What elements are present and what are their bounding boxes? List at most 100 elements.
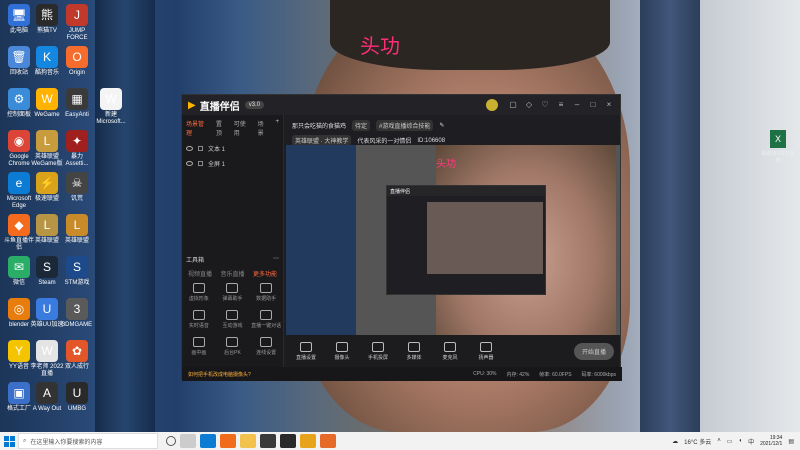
taskbar: ⌕ 在这里输入你要搜索的内容 ☁ 16°C 多云 ˄ ▭ ◖ 中 19:34 2… <box>0 432 800 450</box>
obs-taskbar-icon[interactable] <box>280 434 296 448</box>
desktop-shortcut[interactable]: W 李老师 2022直播 <box>30 340 64 378</box>
desktop-shortcut-label: 饥荒 <box>70 196 83 202</box>
help-link[interactable]: 如何把手机改成电脑摄像头? <box>188 371 251 378</box>
tool-item[interactable]: 弹幕助手 <box>216 283 250 302</box>
avatar[interactable] <box>486 99 498 111</box>
tab-music-live[interactable]: 音乐直播 <box>220 269 244 278</box>
desktop-shortcut[interactable]: 3 3DMGAME <box>60 298 94 329</box>
app-logo-icon: ▶ <box>188 99 196 111</box>
shield-icon[interactable]: ♡ <box>540 100 550 110</box>
source-row[interactable]: 全屏 1 <box>182 156 283 171</box>
tool-icon <box>260 337 273 347</box>
tab-scene-manage[interactable]: 场景管理 <box>186 119 210 137</box>
preview-overlay-text: 头功 <box>436 159 456 170</box>
close-icon[interactable]: × <box>604 100 614 110</box>
eye-icon[interactable] <box>186 161 193 166</box>
start-button[interactable] <box>0 432 18 450</box>
desktop-shortcut[interactable]: L 英雄联盟 <box>30 214 64 245</box>
notification-icon[interactable]: ▤ <box>788 438 794 445</box>
tool-item[interactable]: 互动游戏 <box>216 310 250 329</box>
cortana-icon[interactable] <box>166 436 176 446</box>
desktop-shortcut-label: 英雄联盟 <box>64 238 89 244</box>
desktop-shortcut[interactable]: S Steam <box>30 256 64 287</box>
desktop-shortcut[interactable]: L 英雄联盟 WeGame版 <box>30 130 64 168</box>
volume-icon[interactable]: ◖ <box>738 438 742 444</box>
source-row[interactable]: 文本 1 <box>182 141 283 156</box>
desktop-shortcut[interactable]: U UMBG <box>60 382 94 413</box>
category-tag[interactable]: #游戏直播综合技能 <box>376 120 434 131</box>
desktop-shortcut[interactable]: O Origin <box>60 46 94 77</box>
dont-starve-icon: ☠ <box>66 172 88 194</box>
control-button[interactable]: 扬声器 <box>472 341 500 361</box>
control-button[interactable]: 麦克风 <box>436 341 464 361</box>
tool-item[interactable]: 直播一键对话 <box>249 310 283 329</box>
tool-icon <box>192 337 205 347</box>
menu-icon[interactable]: ≡ <box>556 100 566 110</box>
desktop-shortcut[interactable]: 熊熊猫TV <box>30 4 64 35</box>
minimize-icon[interactable]: – <box>572 100 582 110</box>
desktop-xlsx-file[interactable]: X 新建XLSX工作表 <box>760 130 796 164</box>
curtain-left <box>95 0 155 432</box>
tool-item[interactable]: 数据助手 <box>249 283 283 302</box>
stream-preview[interactable]: 头功 直播伴侣 <box>286 145 620 335</box>
task-view-icon[interactable] <box>180 434 196 448</box>
tab-more-features[interactable]: 更多功能 <box>253 269 277 278</box>
ime-icon[interactable]: 中 <box>748 437 754 446</box>
overlay-text: 头功 <box>360 34 400 58</box>
app2-taskbar-icon[interactable] <box>320 434 336 448</box>
tool-item[interactable]: 后台PK <box>216 337 250 356</box>
desktop-shortcut[interactable]: ⚡ 极速联盟 <box>30 172 64 203</box>
tool-item[interactable]: 连线设置 <box>249 337 283 356</box>
desktop-shortcut[interactable]: ✦ 暴力 Assetti... <box>60 130 94 168</box>
tool-item[interactable]: 实时语音 <box>182 310 216 329</box>
desktop-shortcut[interactable]: L 英雄联盟 <box>60 214 94 245</box>
desktop-shortcut[interactable]: U 英雄UU加速 <box>30 298 64 329</box>
desktop-shortcut[interactable]: K 酷狗音乐 <box>30 46 64 77</box>
control-button[interactable]: 手机投屏 <box>364 341 392 361</box>
room-id: ID:106608 <box>417 137 446 144</box>
control-button[interactable]: 摄像头 <box>328 341 356 361</box>
control-button[interactable]: 多媒体 <box>400 341 428 361</box>
explorer-taskbar-icon[interactable] <box>240 434 256 448</box>
chevron-up-icon[interactable]: ˄ <box>717 438 721 444</box>
origin-icon: O <box>66 46 88 68</box>
tab-video-live[interactable]: 视频直播 <box>188 269 212 278</box>
gift-icon[interactable]: ◇ <box>524 100 534 110</box>
status-badge: 待定 <box>352 120 371 131</box>
weather[interactable]: 16°C 多云 <box>684 437 711 446</box>
desktop-shortcut[interactable]: ✿ 双人成行 <box>60 340 94 371</box>
tool-item[interactable]: 画中画 <box>182 337 216 356</box>
desktop-shortcut[interactable]: ☠ 饥荒 <box>60 172 94 203</box>
system-tray: ☁ 16°C 多云 ˄ ▭ ◖ 中 19:34 2021/12/1 ▤ <box>672 435 800 447</box>
desktop-shortcut-label: 熊猫TV <box>37 28 57 34</box>
desktop-shortcut[interactable]: ▦ EasyAnti <box>60 88 94 119</box>
maximize-icon[interactable]: □ <box>588 100 598 110</box>
tab-pin[interactable]: 置顶 <box>216 119 228 137</box>
tab-available[interactable]: 可使用 <box>234 119 252 137</box>
desktop-shortcut[interactable]: A A Way Out <box>30 382 64 413</box>
go-live-button[interactable]: 开始直播 <box>573 342 614 360</box>
desktop-shortcut[interactable]: J JUMP FORCE <box>60 4 94 42</box>
message-icon[interactable]: ▢ <box>508 100 518 110</box>
control-button[interactable]: 直播设置 <box>292 341 320 361</box>
desktop-shortcut[interactable]: W 新建 Microsoft... <box>94 88 128 126</box>
lock-icon[interactable] <box>198 161 203 166</box>
desktop-shortcut[interactable]: W WeGame <box>30 88 64 119</box>
more-icon[interactable]: ⋯ <box>273 255 279 264</box>
edge-taskbar-icon[interactable] <box>200 434 216 448</box>
search-input[interactable]: ⌕ 在这里输入你要搜索的内容 <box>18 433 158 449</box>
firefox-taskbar-icon[interactable] <box>220 434 236 448</box>
edit-icon[interactable]: ✎ <box>439 122 444 129</box>
tool-icon <box>260 283 273 293</box>
tool-item[interactable]: 虚拟形象 <box>182 283 216 302</box>
lock-icon[interactable] <box>198 146 203 151</box>
desktop-shortcut[interactable]: S STM游戏 <box>60 256 94 287</box>
clock[interactable]: 19:34 2021/12/1 <box>760 435 782 447</box>
app-taskbar-icon[interactable] <box>260 434 276 448</box>
edge-icon: e <box>8 172 30 194</box>
network-icon[interactable]: ▭ <box>727 438 733 445</box>
streaming-taskbar-icon[interactable] <box>300 434 316 448</box>
add-scene-icon[interactable]: + <box>275 119 279 137</box>
eye-icon[interactable] <box>186 146 193 151</box>
tab-scene[interactable]: 场景 <box>258 119 270 137</box>
